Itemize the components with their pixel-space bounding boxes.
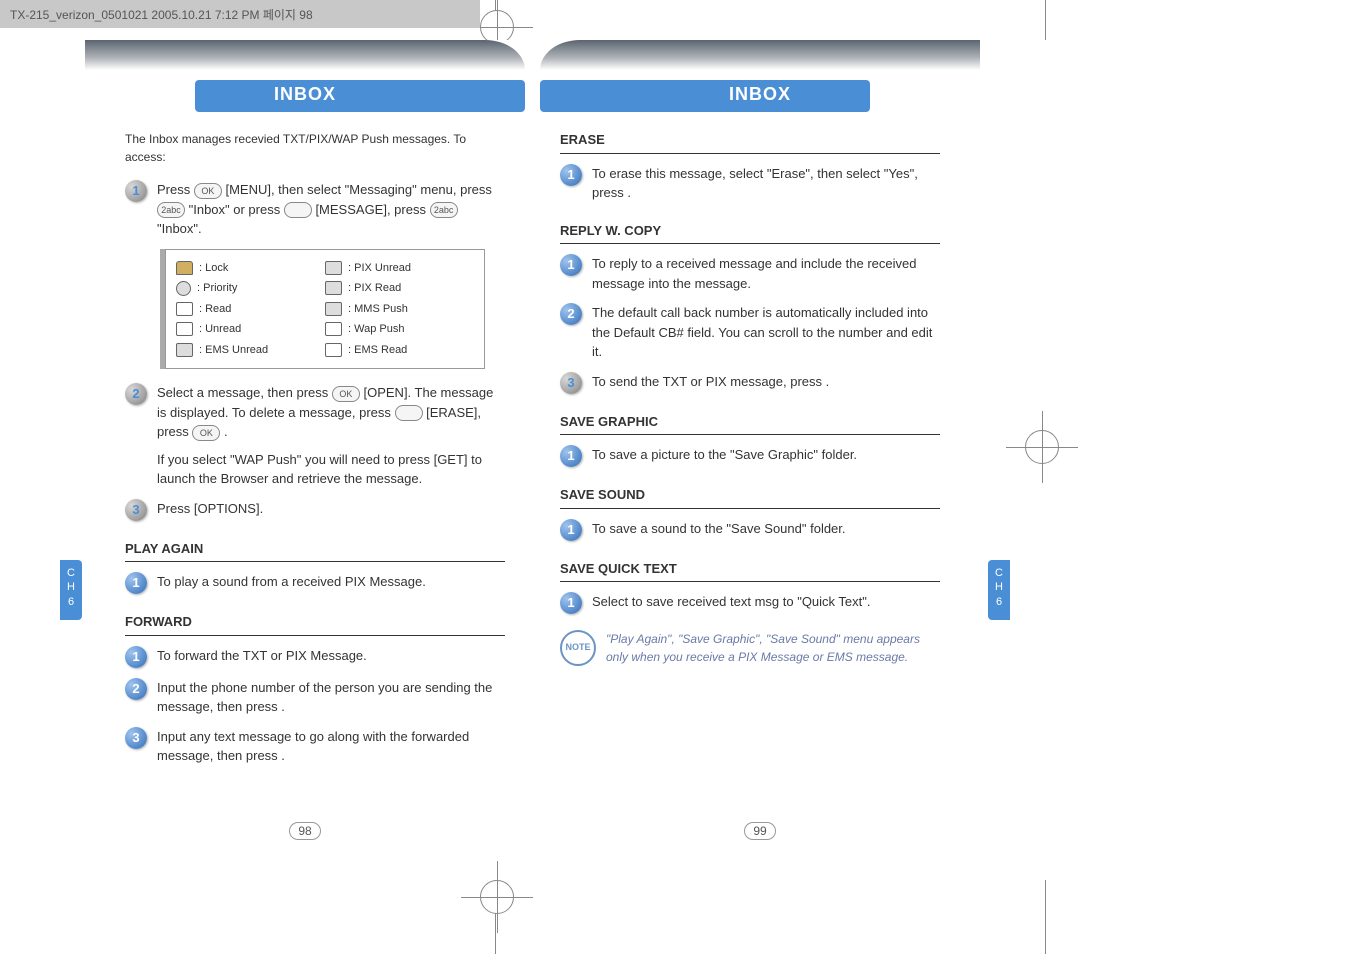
mms-push-icon [325,302,342,316]
ems-unread-icon [176,343,193,357]
lock-icon [176,261,193,275]
pix-read-icon [325,281,342,295]
step-2-text: Select a message, then press OK [OPEN]. … [157,383,505,489]
save-quick-text-text: Select to save received text msg to "Qui… [592,592,940,612]
two-key-icon: 2abc [157,202,185,218]
page-number: 98 [289,822,320,840]
section-erase: ERASE [560,130,940,154]
step-badge-1: 1 [125,180,147,202]
reply-1-text: To reply to a received message and inclu… [592,254,940,293]
registration-mark-icon [480,880,514,914]
pix-unread-icon [325,261,342,275]
two-key-icon: 2abc [430,202,458,218]
chapter-tab-right: C H 6 [988,560,1010,620]
erase-1-text: To erase this message, select "Erase", t… [592,164,940,203]
step-badge-1: 1 [560,592,582,614]
softkey-icon [395,405,423,421]
ok-key-icon: OK [194,183,222,199]
document-header: TX-215_verizon_0501021 2005.10.21 7:12 P… [0,0,480,28]
step-badge-2: 2 [125,383,147,405]
forward-2-text: Input the phone number of the person you… [157,678,505,717]
step-badge-1: 1 [560,519,582,541]
section-play-again: PLAY AGAIN [125,539,505,563]
play-again-text: To play a sound from a received PIX Mess… [157,572,505,592]
intro-text: The Inbox manages recevied TXT/PIX/WAP P… [125,130,505,166]
step-badge-1: 1 [560,164,582,186]
ok-key-icon: OK [332,386,360,402]
page-footer: 98 [85,822,525,840]
step-1-text: Press OK [MENU], then select "Messaging"… [157,180,505,239]
wap-push-icon [325,322,342,336]
ok-key-icon: OK [192,425,220,441]
chapter-h: H [988,580,1010,594]
step-badge-1: 1 [560,445,582,467]
page-98: INBOX The Inbox manages recevied TXT/PIX… [85,40,525,860]
unread-icon [176,322,193,336]
step-badge-1: 1 [560,254,582,276]
chapter-h: H [60,580,82,594]
section-forward: FORWARD [125,612,505,636]
section-save-graphic: SAVE GRAPHIC [560,412,940,436]
forward-3-text: Input any text message to go along with … [157,727,505,766]
icon-legend: : Lock: PIX Unread : Priority: PIX Read … [165,249,485,370]
note-text: "Play Again", "Save Graphic", "Save Soun… [606,630,940,666]
step-badge-3: 3 [125,499,147,521]
registration-mark-icon [480,10,514,44]
step-badge-1: 1 [125,646,147,668]
section-save-sound: SAVE SOUND [560,485,940,509]
note-block: NOTE "Play Again", "Save Graphic", "Save… [560,630,940,666]
reply-2-text: The default call back number is automati… [592,303,940,362]
save-sound-text: To save a sound to the "Save Sound" fold… [592,519,940,539]
forward-1-text: To forward the TXT or PIX Message. [157,646,505,666]
save-graphic-text: To save a picture to the "Save Graphic" … [592,445,940,465]
page-footer: 99 [540,822,980,840]
step-badge-2: 2 [560,303,582,325]
softkey-icon [284,202,312,218]
step-3-text: Press [OPTIONS]. [157,499,505,519]
read-icon [176,302,193,316]
page-99: INBOX ERASE 1 To erase this message, sel… [540,40,980,860]
page-title: INBOX [85,84,525,105]
page-title: INBOX [540,84,980,105]
reply-3-text: To send the TXT or PIX message, press . [592,372,940,392]
section-reply-copy: REPLY W. COPY [560,221,940,245]
chapter-num: 6 [60,595,82,609]
page-number: 99 [744,822,775,840]
chapter-c: C [988,566,1010,580]
step-badge-3: 3 [560,372,582,394]
section-save-quick-text: SAVE QUICK TEXT [560,559,940,583]
ems-read-icon [325,343,342,357]
registration-mark-icon [1025,430,1059,464]
step-badge-2: 2 [125,678,147,700]
step-badge-1: 1 [125,572,147,594]
chapter-num: 6 [988,595,1010,609]
chapter-c: C [60,566,82,580]
chapter-tab-left: C H 6 [60,560,82,620]
note-icon: NOTE [560,630,596,666]
step-badge-3: 3 [125,727,147,749]
priority-icon [176,281,191,296]
